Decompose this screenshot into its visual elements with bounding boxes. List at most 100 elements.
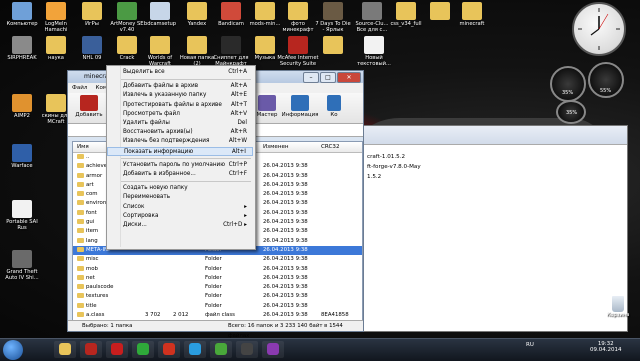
menu-item[interactable]: Просмотреть файл Alt+V [107, 110, 253, 119]
cpu-gauge[interactable]: 35% [550, 66, 586, 102]
menu-item[interactable]: Список ▸ [107, 203, 253, 212]
file-name: textures [77, 292, 108, 301]
file-name: mob [77, 265, 98, 274]
folder-icon [77, 246, 84, 252]
menu-item[interactable]: Удалить файлы Del [107, 119, 253, 128]
folder-icon [77, 237, 84, 243]
desktop-icon-label: Grand Theft Auto IV Shi... [5, 269, 39, 281]
taskbar-app-steam[interactable] [236, 341, 258, 358]
ram-gauge[interactable]: 55% [588, 62, 624, 98]
desktop-icon-image-icon [288, 36, 308, 54]
file-type: Folder [205, 302, 222, 309]
menu-item-label: Переименовать [123, 194, 171, 201]
toolbar-add-button[interactable]: Добавить [72, 95, 106, 118]
menu-item[interactable]: Создать новую папку [107, 184, 253, 193]
column-changed[interactable]: Изменен [263, 142, 289, 152]
menu-item-label: Просмотреть файл [123, 110, 180, 117]
taskbar-app-mcafee[interactable] [106, 341, 128, 358]
menu-item[interactable]: Переименовать [107, 193, 253, 202]
file-type: файл class [205, 312, 235, 319]
file-row[interactable]: title Folder 26.04.2013 9:38 [73, 302, 362, 311]
desktop-icon[interactable]: 7 Days To Die - Ярлык [311, 2, 355, 33]
file-name: net [77, 274, 95, 283]
folder-icon [77, 200, 84, 206]
desktop-icon-image-icon [82, 2, 102, 20]
menu-item-shortcut: Ctrl+P [228, 161, 247, 168]
background-window[interactable]: craft-1.01.5.2 ft-forge-v7.8.0-May 1.5.2 [360, 125, 628, 332]
taskbar-app-winrar[interactable] [80, 341, 102, 358]
file-date: 26.04.2013 9:38 [263, 246, 308, 253]
menu-item-shortcut: Alt+V [230, 110, 247, 117]
language-indicator[interactable]: RU [526, 342, 534, 348]
taskbar-app-skype[interactable] [184, 341, 206, 358]
desktop-icon[interactable]: Portable SAI Rus [0, 200, 44, 231]
minimize-button[interactable]: – [303, 72, 319, 83]
menu-item[interactable]: Установить пароль по умолчанию Ctrl+P [107, 161, 253, 170]
desktop-icon[interactable]: Grand Theft Auto IV Shi... [0, 250, 44, 281]
folder-icon [77, 163, 84, 169]
taskbar-app-yandex[interactable] [158, 341, 180, 358]
file-name-text: textures [86, 293, 109, 300]
desktop-icon-image-icon [221, 2, 241, 20]
menu-item[interactable]: Восстановить архив(ы) Alt+R [107, 128, 253, 137]
file-type: Folder [205, 284, 222, 291]
file-name-text: gui [86, 219, 95, 226]
menu-item[interactable]: Диски... Ctrl+D ▸ [107, 221, 253, 230]
drive-gauge[interactable]: 35% [556, 100, 586, 124]
file-row[interactable]: paulscode Folder 26.04.2013 9:38 [73, 283, 362, 292]
winrar-icon [85, 343, 97, 355]
menu-item-shortcut: Alt+I [231, 148, 246, 155]
desktop-icon[interactable]: minecraft [450, 2, 494, 27]
desktop-icon[interactable] [311, 36, 355, 55]
recycle-bin[interactable]: Корзина [600, 296, 636, 318]
folder-icon [77, 181, 84, 187]
tray-clock[interactable]: 19:32 09.04.2014 [590, 341, 622, 353]
desktop-icon-image-icon [323, 36, 343, 54]
menu-item-label: Сортировка [123, 212, 159, 219]
close-button[interactable]: ✕ [337, 72, 361, 83]
menu-item[interactable]: Добавить в избранное... Ctrl+F [107, 170, 253, 179]
desktop-icon-image-icon [255, 36, 275, 54]
taskbar-app-utorrent[interactable] [210, 341, 232, 358]
menu-item[interactable]: Протестировать файлы в архиве Alt+T [107, 101, 253, 110]
start-button[interactable] [3, 340, 23, 360]
file-date: 26.04.2013 9:38 [263, 284, 308, 291]
file-row[interactable]: mob Folder 26.04.2013 9:38 [73, 265, 362, 274]
menu-item[interactable]: Сортировка ▸ [107, 212, 253, 221]
file-name: com [77, 190, 98, 199]
file-type: Folder [205, 256, 222, 263]
drive-percent: 35% [566, 110, 578, 116]
menu-file[interactable]: Файл [72, 83, 87, 93]
taskbar-app-winrar-2[interactable] [262, 341, 284, 358]
menu-item[interactable]: Добавить файлы в архив Alt+A [107, 82, 253, 91]
file-row[interactable]: a.class файл class 3 702 2 012 26.04.2013 9:… [73, 311, 362, 320]
taskbar-app-mail-agent[interactable] [132, 341, 154, 358]
column-crc[interactable]: CRC32 [321, 142, 340, 152]
menu-separator [121, 79, 251, 81]
mail-agent-icon [137, 343, 149, 355]
desktop-icon-label: css_v34_full [390, 21, 422, 27]
folder-icon [77, 256, 84, 262]
desktop-icon-image-icon [150, 36, 170, 54]
file-date: 26.04.2013 9:38 [263, 293, 308, 300]
utorrent-icon [215, 343, 227, 355]
clock-gadget[interactable] [572, 2, 626, 56]
toolbar-info-button[interactable]: Информация [280, 95, 320, 118]
desktop-icon[interactable]: Warface [0, 144, 44, 169]
taskbar-app-explorer[interactable] [54, 341, 76, 358]
virus-scan-icon [327, 95, 341, 111]
toolbar-more-button[interactable]: Ко [324, 95, 344, 118]
column-name[interactable]: Имя [77, 142, 89, 152]
file-name-text: art [86, 181, 94, 188]
menu-item[interactable]: Извлечь без подтверждения Alt+W [107, 137, 253, 146]
menu-item[interactable]: Показать информацию Alt+I [107, 146, 253, 156]
file-row[interactable]: net Folder 26.04.2013 9:38 [73, 274, 362, 283]
tray-date: 09.04.2014 [590, 347, 622, 353]
maximize-button[interactable]: □ [320, 72, 336, 83]
desktop-icon[interactable]: Новый текстовый... [352, 36, 396, 67]
menu-item[interactable]: Извлечь в указанную папку Alt+E [107, 91, 253, 100]
menu-item[interactable]: Выделить все Ctrl+A [107, 68, 253, 77]
file-row[interactable]: misc Folder 26.04.2013 9:38 [73, 255, 362, 264]
file-row[interactable]: textures Folder 26.04.2013 9:38 [73, 292, 362, 301]
file-name: lang [77, 237, 98, 246]
